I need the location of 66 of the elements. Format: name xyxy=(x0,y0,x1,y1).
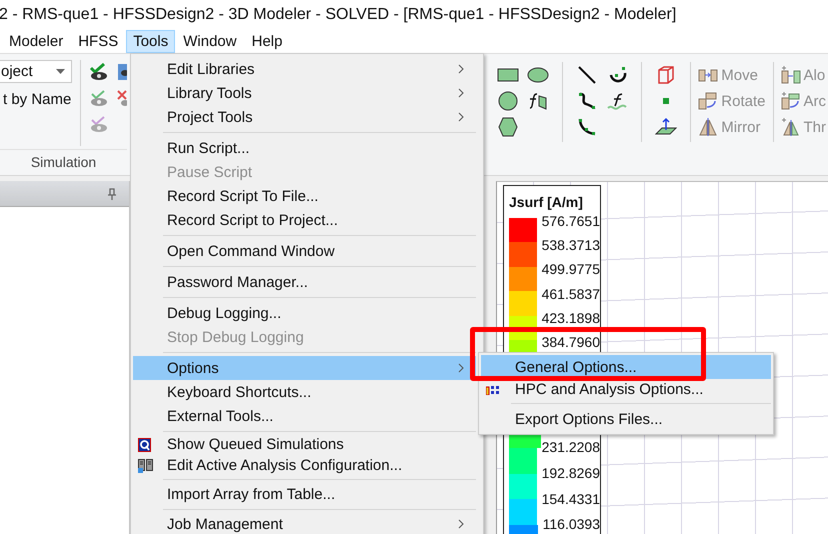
menu-item[interactable]: Job Management xyxy=(133,512,476,534)
line-icon[interactable] xyxy=(577,65,598,85)
legend-value: 499.9775 xyxy=(542,262,600,278)
menu-item[interactable]: Run Script... xyxy=(133,136,476,160)
window-title: 2 - RMS-que1 - HFSSDesign2 - 3D Modeler - SOLVED - [RMS-que1 - HFSSDesign2 - Modeler] xyxy=(0,6,676,24)
menu-item[interactable]: Keyboard Shortcuts... xyxy=(133,380,476,404)
legend-title: Jsurf [A/m] xyxy=(509,194,584,210)
legend-value: 116.0393 xyxy=(542,517,600,532)
menu-item[interactable]: Import Array from Table... xyxy=(133,482,476,506)
move-icon xyxy=(780,66,800,84)
plane-icon[interactable] xyxy=(655,117,678,137)
legend-value: 192.8269 xyxy=(542,466,600,482)
polyline-icon[interactable] xyxy=(577,117,598,137)
computers-icon xyxy=(138,458,153,472)
menu-item[interactable]: Debug Logging... xyxy=(133,301,476,325)
menu-item[interactable]: Record Script to Project... xyxy=(133,208,476,232)
spline-icon[interactable] xyxy=(577,91,598,111)
menu-item[interactable]: Edit Libraries xyxy=(133,57,476,81)
menu-item[interactable]: Export Options Files... xyxy=(481,407,771,431)
function-surface-icon[interactable] xyxy=(528,91,548,111)
rotate-icon xyxy=(780,92,800,110)
ribbon-group-label: Simulation xyxy=(0,149,127,175)
eye-check-icon[interactable] xyxy=(89,88,109,108)
menu-item[interactable]: Password Manager... xyxy=(133,270,476,294)
menu-item[interactable]: Open Command Window xyxy=(133,239,476,263)
pin-icon[interactable] xyxy=(107,188,117,200)
dropdown-caret-icon xyxy=(56,69,65,74)
menu-bar-item[interactable]: Window xyxy=(176,30,244,53)
menu-item[interactable]: Library Tools xyxy=(133,81,476,105)
hexagon-icon[interactable] xyxy=(498,117,518,137)
sort-label: t by Name xyxy=(2,91,72,108)
legend-value: 231.2208 xyxy=(542,440,600,456)
grid-dots-icon xyxy=(486,384,500,394)
circle-icon[interactable] xyxy=(498,91,518,111)
wireframe-box-icon[interactable] xyxy=(657,65,676,85)
menu-item[interactable]: Record Script To File... xyxy=(133,184,476,208)
menu-item[interactable]: Project Tools xyxy=(133,105,476,129)
legend-value: 576.7651 xyxy=(542,214,600,228)
legend-value: 461.5837 xyxy=(542,286,600,302)
rectangle-icon[interactable] xyxy=(497,68,520,82)
legend-value: 384.7960 xyxy=(542,335,600,350)
legend-value: 538.3713 xyxy=(542,238,600,253)
menu-bar-item[interactable]: Help xyxy=(244,30,290,53)
menu-bar-item[interactable]: Modeler xyxy=(2,30,70,53)
menu-bar-item[interactable]: HFSS xyxy=(71,30,126,53)
eye-window-icon[interactable] xyxy=(117,62,127,82)
menu-item[interactable]: Options xyxy=(133,356,476,380)
mirror-icon xyxy=(780,118,800,136)
equation-curve-icon[interactable] xyxy=(607,91,628,111)
menu-item[interactable]: Edit Active Analysis Configuration... xyxy=(133,455,476,476)
legend-value: 154.4331 xyxy=(542,492,600,507)
ellipse-icon[interactable] xyxy=(527,67,550,83)
move-icon xyxy=(698,67,718,83)
mirror-icon xyxy=(698,118,718,136)
eye-check-icon[interactable] xyxy=(89,62,109,82)
legend-value: 423.1898 xyxy=(542,311,600,326)
project-dropdown[interactable]: oject xyxy=(0,60,72,83)
arc-icon[interactable] xyxy=(607,65,628,85)
queue-icon xyxy=(138,438,151,452)
menu-item[interactable]: External Tools... xyxy=(133,404,476,428)
menu-item[interactable]: HPC and Analysis Options... xyxy=(481,379,771,400)
eye-cross-icon[interactable] xyxy=(117,88,127,108)
rotate-icon xyxy=(698,92,718,110)
eye-check-icon[interactable] xyxy=(89,114,109,134)
menu-bar-item[interactable]: Tools xyxy=(126,30,176,53)
menu-item[interactable]: Show Queued Simulations xyxy=(133,434,476,455)
